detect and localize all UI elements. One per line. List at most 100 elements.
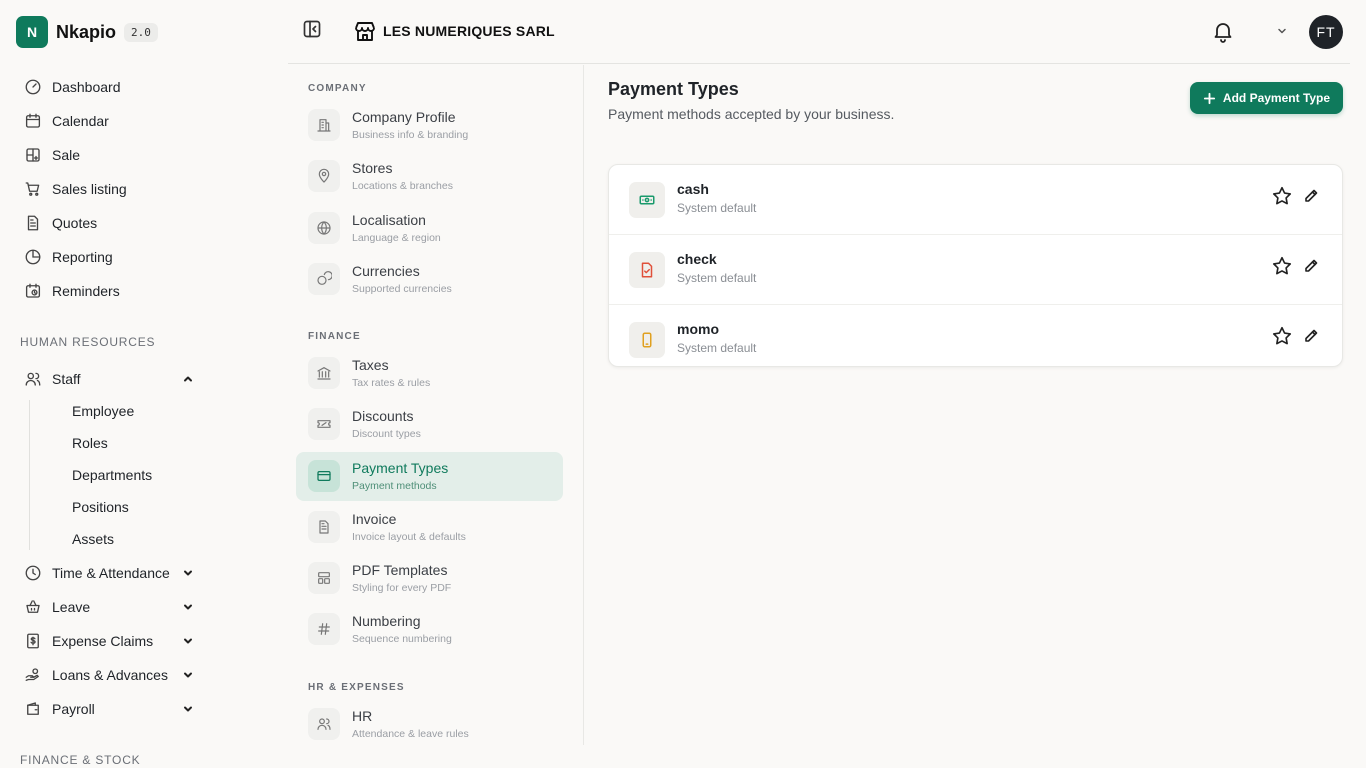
settings-item-subtitle: Discount types xyxy=(352,428,421,440)
settings-item-currencies[interactable]: Currencies Supported currencies xyxy=(296,255,563,304)
pencil-icon[interactable] xyxy=(1303,188,1319,204)
nav-sales-listing[interactable]: Sales listing xyxy=(16,174,206,204)
nav-positions[interactable]: Positions xyxy=(62,493,202,521)
settings-item-taxes[interactable]: Taxes Tax rates & rules xyxy=(296,349,563,398)
page-title: Payment Types xyxy=(608,79,739,99)
nav-label: Loans & Advances xyxy=(52,667,168,683)
settings-item-subtitle: Attendance & leave rules xyxy=(352,728,469,740)
settings-item-title: Numbering xyxy=(352,613,421,629)
settings-item-title: PDF Templates xyxy=(352,562,448,578)
nav-calendar[interactable]: Calendar xyxy=(16,106,206,136)
section-title-finance-stock: FINANCE & STOCK xyxy=(20,753,141,767)
settings-section-company: COMPANY xyxy=(308,83,367,94)
nav-label: Quotes xyxy=(52,215,98,231)
nav-time-attendance[interactable]: Time & Attendance xyxy=(16,558,206,588)
store-icon xyxy=(353,19,377,43)
chevron-up-icon[interactable] xyxy=(182,373,194,385)
map-pin-icon xyxy=(308,160,340,192)
payment-type-meta: System default xyxy=(677,271,757,285)
nav-label: Reminders xyxy=(52,283,120,299)
settings-item-invoice[interactable]: Invoice Invoice layout & defaults xyxy=(296,503,563,552)
add-payment-type-button[interactable]: Add Payment Type xyxy=(1190,82,1343,114)
coins-icon xyxy=(308,263,340,295)
settings-item-subtitle: Supported currencies xyxy=(352,283,452,295)
settings-item-stores[interactable]: Stores Locations & branches xyxy=(296,152,563,201)
payment-type-name: cash xyxy=(677,181,709,197)
payment-type-name: check xyxy=(677,251,717,267)
nav-assets[interactable]: Assets xyxy=(62,525,202,553)
wallet-icon xyxy=(24,700,42,718)
settings-item-numbering[interactable]: Numbering Sequence numbering xyxy=(296,605,563,654)
nav-expense-claims[interactable]: Expense Claims xyxy=(16,626,206,656)
settings-item-title: HR xyxy=(352,708,373,724)
smartphone-icon xyxy=(629,322,665,358)
avatar[interactable]: FT xyxy=(1309,15,1343,49)
app-logo: N xyxy=(16,16,48,48)
list-item[interactable]: momo System default xyxy=(609,305,1342,366)
chevron-down-icon[interactable] xyxy=(182,567,194,579)
nav-loans-advances[interactable]: Loans & Advances xyxy=(16,660,206,690)
pencil-icon[interactable] xyxy=(1303,328,1319,344)
ticket-icon xyxy=(308,408,340,440)
settings-item-discounts[interactable]: Discounts Discount types xyxy=(296,400,563,449)
nav-employee[interactable]: Employee xyxy=(62,397,202,425)
settings-item-subtitle: Styling for every PDF xyxy=(352,582,452,594)
chevron-down-icon[interactable] xyxy=(182,635,194,647)
settings-item-localisation[interactable]: Localisation Language & region xyxy=(296,204,563,253)
chevron-down-icon[interactable] xyxy=(1276,25,1288,37)
pie-chart-icon xyxy=(24,248,42,266)
bell-icon[interactable] xyxy=(1211,19,1235,43)
app-name: Nkapio xyxy=(56,21,117,42)
star-icon[interactable] xyxy=(1271,325,1293,347)
settings-item-title: Payment Types xyxy=(352,460,449,476)
nav-label: Staff xyxy=(52,371,81,387)
cart-icon xyxy=(24,180,42,198)
payment-type-name: momo xyxy=(677,321,719,337)
nav-quotes[interactable]: Quotes xyxy=(16,208,206,238)
credit-card-icon xyxy=(308,460,340,492)
nav-sale[interactable]: Sale xyxy=(16,140,206,170)
nav-payroll[interactable]: Payroll xyxy=(16,694,206,724)
nav-label: Sales listing xyxy=(52,181,127,197)
globe-icon xyxy=(308,212,340,244)
brand[interactable]: N Nkapio 2.0 xyxy=(16,16,158,48)
users-icon xyxy=(308,708,340,740)
list-item[interactable]: check System default xyxy=(609,235,1342,305)
sidebar-toggle-icon[interactable] xyxy=(302,19,322,39)
settings-item-title: Stores xyxy=(352,160,393,176)
settings-item-subtitle: Invoice layout & defaults xyxy=(352,531,466,543)
nav-roles[interactable]: Roles xyxy=(62,429,202,457)
page-subtitle: Payment methods accepted by your busines… xyxy=(608,106,895,122)
settings-item-subtitle: Locations & branches xyxy=(352,180,453,192)
nav-label: Expense Claims xyxy=(52,633,154,649)
nav-staff[interactable]: Staff xyxy=(16,364,206,394)
chevron-down-icon[interactable] xyxy=(182,703,194,715)
star-icon[interactable] xyxy=(1271,255,1293,277)
hand-coins-icon xyxy=(24,666,42,684)
settings-item-title: Discounts xyxy=(352,408,414,424)
settings-item-hr[interactable]: HR Attendance & leave rules xyxy=(296,700,563,749)
star-icon[interactable] xyxy=(1271,185,1293,207)
banknote-icon xyxy=(629,182,665,218)
chevron-down-icon[interactable] xyxy=(182,669,194,681)
list-item[interactable]: cash System default xyxy=(609,165,1342,235)
settings-item-subtitle: Tax rates & rules xyxy=(352,377,431,389)
payment-types-list: cash System default check System default… xyxy=(608,164,1343,367)
nav-reminders[interactable]: Reminders xyxy=(16,276,206,306)
calendar-icon xyxy=(24,112,42,130)
nav-label: Sale xyxy=(52,147,81,163)
settings-item-title: Company Profile xyxy=(352,109,456,125)
chevron-down-icon[interactable] xyxy=(182,601,194,613)
nav-dashboard[interactable]: Dashboard xyxy=(16,72,206,102)
settings-item-pdf-templates[interactable]: PDF Templates Styling for every PDF xyxy=(296,554,563,603)
nav-reporting[interactable]: Reporting xyxy=(16,242,206,272)
store-name[interactable]: LES NUMERIQUES SARL xyxy=(383,23,555,39)
settings-item-company-profile[interactable]: Company Profile Business info & branding xyxy=(296,101,563,150)
add-button-label: Add Payment Type xyxy=(1222,91,1331,105)
nav-departments[interactable]: Departments xyxy=(62,461,202,489)
bank-icon xyxy=(308,357,340,389)
nav-leave[interactable]: Leave xyxy=(16,592,206,622)
nav-label: Reporting xyxy=(52,249,113,265)
settings-item-payment-types[interactable]: Payment Types Payment methods xyxy=(296,452,563,501)
pencil-icon[interactable] xyxy=(1303,258,1319,274)
